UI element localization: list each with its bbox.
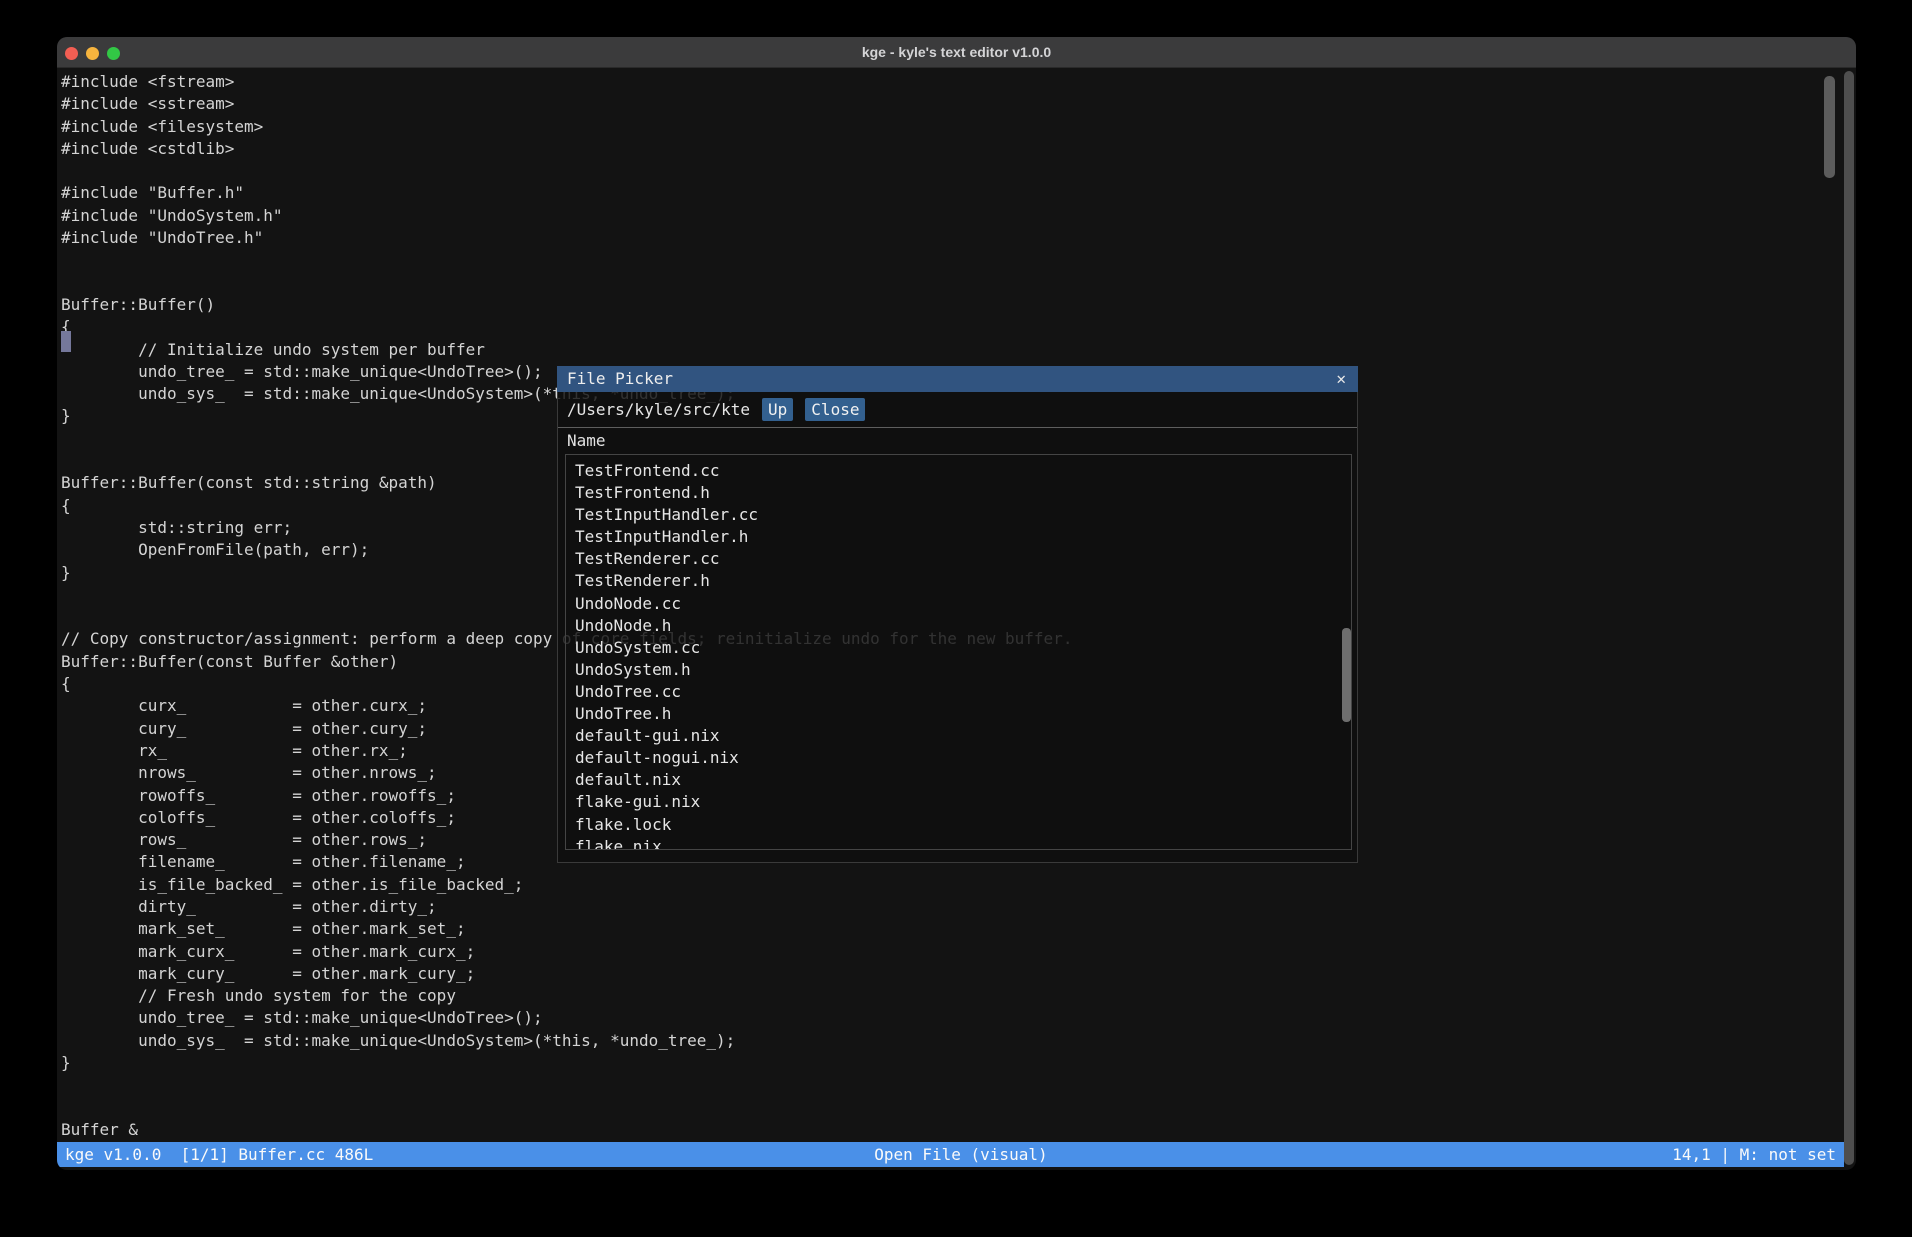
code-line[interactable]: #include <sstream> (61, 93, 1842, 115)
file-list-item[interactable]: TestFrontend.h (575, 482, 1351, 504)
code-line[interactable]: #include <cstdlib> (61, 138, 1842, 160)
file-list-item[interactable]: TestRenderer.h (575, 570, 1351, 592)
code-line[interactable]: mark_set_ = other.mark_set_; (61, 918, 1842, 940)
code-line[interactable]: } (61, 1052, 1842, 1074)
code-line[interactable]: mark_cury_ = other.mark_cury_; (61, 963, 1842, 985)
code-line[interactable]: // Initialize undo system per buffer (61, 339, 1842, 361)
code-line[interactable]: undo_sys_ = std::make_unique<UndoSystem>… (61, 1030, 1842, 1052)
window-title: kge - kyle's text editor v1.0.0 (57, 37, 1856, 68)
file-list-item[interactable]: UndoTree.cc (575, 681, 1351, 703)
editor-scrollbar-thumb[interactable] (1824, 76, 1835, 178)
file-list-item[interactable]: TestFrontend.cc (575, 460, 1351, 482)
code-line[interactable]: #include "UndoSystem.h" (61, 205, 1842, 227)
file-picker-titlebar[interactable]: File Picker ✕ (557, 366, 1358, 392)
text-cursor (61, 331, 71, 352)
file-list-item[interactable]: default-gui.nix (575, 725, 1351, 747)
file-list-item[interactable]: flake-gui.nix (575, 791, 1351, 813)
file-list-item[interactable]: UndoNode.cc (575, 593, 1351, 615)
file-list-item[interactable]: UndoNode.h (575, 615, 1351, 637)
file-list-item[interactable]: flake.nix (575, 836, 1351, 850)
code-line[interactable]: dirty_ = other.dirty_; (61, 896, 1842, 918)
window-scrollbar-track[interactable] (1844, 71, 1854, 1165)
window-titlebar[interactable]: kge - kyle's text editor v1.0.0 (57, 37, 1856, 68)
code-line[interactable] (61, 1074, 1842, 1096)
code-line[interactable]: #include "UndoTree.h" (61, 227, 1842, 249)
status-left: kge v1.0.0 [1/1] Buffer.cc 486L (65, 1142, 373, 1167)
file-list-scrollbar-thumb[interactable] (1342, 628, 1351, 722)
file-list-item[interactable]: UndoTree.h (575, 703, 1351, 725)
code-line[interactable] (61, 1097, 1842, 1119)
code-line[interactable] (61, 272, 1842, 294)
column-header-name: Name (558, 428, 1357, 453)
code-line[interactable]: #include <fstream> (61, 71, 1842, 93)
code-line[interactable]: Buffer::Buffer() (61, 294, 1842, 316)
file-list-item[interactable]: UndoSystem.h (575, 659, 1351, 681)
file-list-item[interactable]: TestRenderer.cc (575, 548, 1351, 570)
file-picker-dialog: File Picker ✕ /Users/kyle/src/kte Up Clo… (557, 366, 1358, 863)
code-line[interactable]: undo_tree_ = std::make_unique<UndoTree>(… (61, 1007, 1842, 1029)
close-icon[interactable]: ✕ (1336, 366, 1346, 392)
status-cursor-position: 14,1 | M: not set (1672, 1142, 1836, 1167)
code-line[interactable] (61, 160, 1842, 182)
file-list-item[interactable]: TestInputHandler.cc (575, 504, 1351, 526)
status-mode: Open File (visual) (874, 1142, 1047, 1167)
file-list[interactable]: TestFrontend.ccTestFrontend.hTestInputHa… (565, 454, 1352, 850)
file-picker-path-row: /Users/kyle/src/kte Up Close (558, 393, 1357, 426)
file-list-item[interactable]: default.nix (575, 769, 1351, 791)
code-line[interactable] (61, 249, 1842, 271)
file-list-item[interactable]: UndoSystem.cc (575, 637, 1351, 659)
file-list-item[interactable]: default-nogui.nix (575, 747, 1351, 769)
status-bar: kge v1.0.0 [1/1] Buffer.cc 486L Open Fil… (57, 1142, 1844, 1167)
code-line[interactable]: // Fresh undo system for the copy (61, 985, 1842, 1007)
code-line[interactable]: #include "Buffer.h" (61, 182, 1842, 204)
code-line[interactable]: mark_curx_ = other.mark_curx_; (61, 941, 1842, 963)
current-path: /Users/kyle/src/kte (567, 400, 750, 419)
code-line[interactable]: is_file_backed_ = other.is_file_backed_; (61, 874, 1842, 896)
code-line[interactable]: Buffer & (61, 1119, 1842, 1141)
file-list-item[interactable]: flake.lock (575, 814, 1351, 836)
code-line[interactable]: { (61, 316, 1842, 338)
file-list-item[interactable]: TestInputHandler.h (575, 526, 1351, 548)
file-picker-title: File Picker (567, 369, 673, 388)
up-button[interactable]: Up (762, 398, 793, 421)
close-button[interactable]: Close (805, 398, 865, 421)
editor-window: kge - kyle's text editor v1.0.0 #include… (57, 37, 1856, 1170)
code-line[interactable]: #include <filesystem> (61, 116, 1842, 138)
